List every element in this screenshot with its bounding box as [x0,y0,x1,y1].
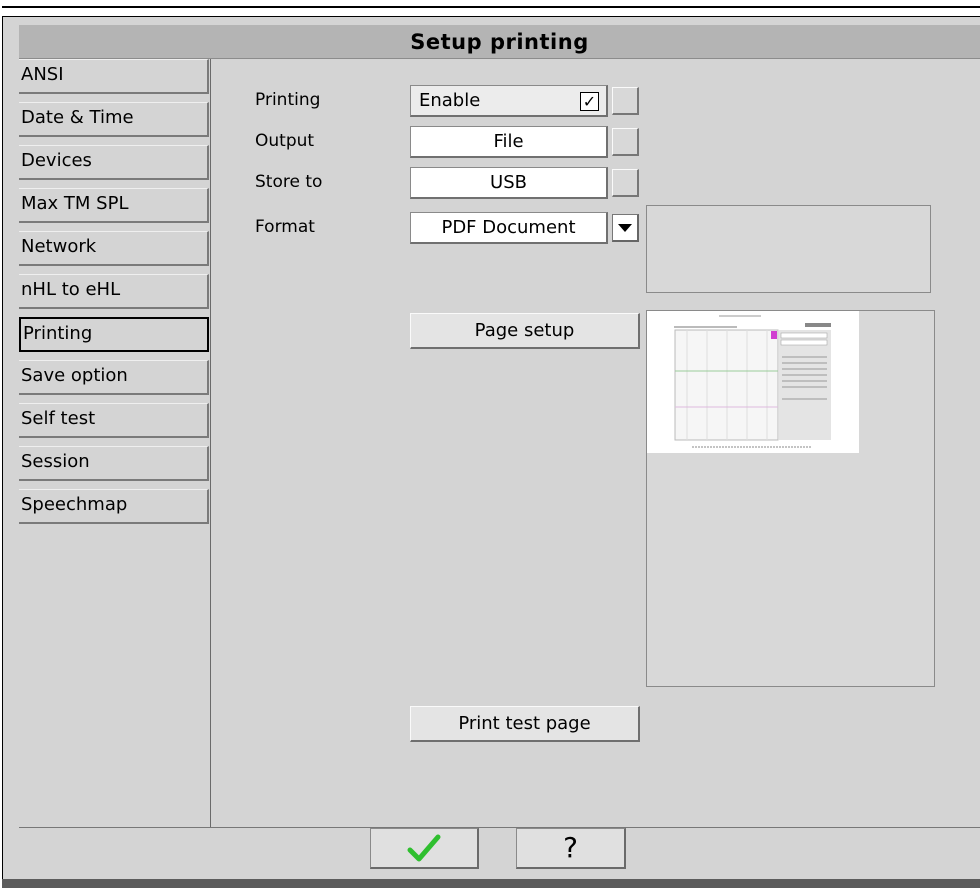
settings-sidebar: ANSI Date & Time Devices Max TM SPL Netw… [19,59,211,827]
sidebar-item-session[interactable]: Session [19,446,209,481]
print-preview-thumbnail [647,311,859,453]
format-select[interactable]: PDF Document [410,212,608,244]
store-to-field[interactable]: USB [410,167,608,199]
sidebar-item-nhl-to-ehl[interactable]: nHL to eHL [19,274,209,309]
sidebar-item-printing[interactable]: Printing [19,317,209,352]
store-to-label: Store to [255,172,323,192]
store-to-option-button[interactable] [612,169,639,197]
sidebar-item-devices[interactable]: Devices [19,145,209,180]
sidebar-item-save-option[interactable]: Save option [19,360,209,395]
printing-enable-value: Enable [419,90,481,111]
sidebar-item-max-tm-spl[interactable]: Max TM SPL [19,188,209,223]
chevron-down-icon [618,223,632,232]
check-icon: ✓ [582,92,597,111]
output-field[interactable]: File [410,126,608,158]
help-button[interactable]: ? [516,828,626,869]
format-label: Format [255,217,315,237]
ok-button[interactable] [370,828,479,869]
dialog-bottom-shadow [2,879,980,888]
sidebar-item-speechmap[interactable]: Speechmap [19,489,209,524]
preview-page-graphic [647,311,859,453]
sidebar-item-ansi[interactable]: ANSI [19,59,209,94]
bottom-toolbar [19,827,980,879]
print-test-page-button[interactable]: Print test page [410,706,640,742]
sidebar-item-date-time[interactable]: Date & Time [19,102,209,137]
dialog-title: Setup printing [19,25,980,59]
output-option-button[interactable] [612,128,639,156]
printing-enable-checkbox[interactable]: ✓ [580,92,599,111]
printing-label: Printing [255,90,321,110]
top-divider [2,6,980,8]
output-label: Output [255,131,315,151]
format-info-panel [646,205,931,293]
format-dropdown-button[interactable] [612,214,639,242]
printing-enable-field[interactable]: Enable [410,85,608,117]
page-setup-button[interactable]: Page setup [410,313,640,349]
help-label: ? [563,831,578,864]
printing-option-button[interactable] [612,87,639,115]
sidebar-item-network[interactable]: Network [19,231,209,266]
green-checkmark-icon [407,834,441,862]
sidebar-item-self-test[interactable]: Self test [19,403,209,438]
